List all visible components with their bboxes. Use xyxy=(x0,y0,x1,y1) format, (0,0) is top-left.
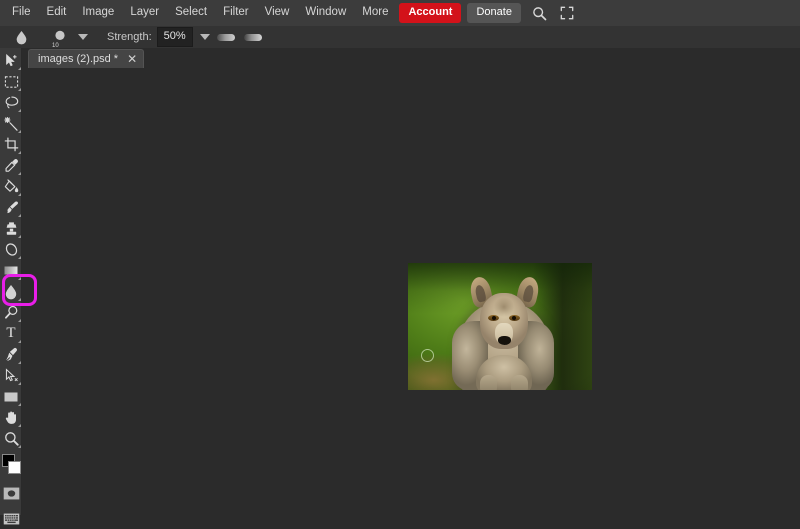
lasso-tool[interactable] xyxy=(0,92,22,113)
document-tab[interactable]: images (2).psd * ✕ xyxy=(28,49,145,68)
menu-layer[interactable]: Layer xyxy=(122,3,167,23)
fullscreen-icon[interactable] xyxy=(556,2,578,24)
move-tool[interactable] xyxy=(0,50,22,71)
menu-select[interactable]: Select xyxy=(167,3,215,23)
tools-panel: T xyxy=(0,48,37,524)
eyedropper-tool[interactable] xyxy=(0,155,22,176)
zoom-tool[interactable] xyxy=(0,428,22,449)
clone-stamp-tool[interactable] xyxy=(0,218,22,239)
wolf-photograph[interactable] xyxy=(408,263,592,390)
canvas-area[interactable] xyxy=(22,68,800,515)
menu-image[interactable]: Image xyxy=(74,3,122,23)
crop-tool[interactable] xyxy=(0,134,22,155)
brush-size-icon[interactable]: 10 xyxy=(49,26,71,49)
tool-options-bar: 10 Strength: 50% xyxy=(0,26,800,49)
menu-bar: File Edit Image Layer Select Filter View… xyxy=(0,0,800,26)
menu-filter[interactable]: Filter xyxy=(215,3,257,23)
close-icon[interactable]: ✕ xyxy=(127,53,137,65)
brush-size-chevron-down-icon[interactable] xyxy=(78,34,88,40)
menu-more[interactable]: More xyxy=(354,3,396,23)
quick-mask-icon[interactable] xyxy=(0,483,22,504)
search-icon[interactable] xyxy=(529,2,551,24)
document-tab-title: images (2).psd * xyxy=(38,53,119,65)
strength-input[interactable]: 50% xyxy=(156,27,193,47)
account-button[interactable]: Account xyxy=(399,3,462,23)
gradient-tool[interactable] xyxy=(0,260,22,281)
eraser-tool[interactable] xyxy=(0,239,22,260)
color-swatches[interactable] xyxy=(0,452,22,478)
strength-chevron-down-icon[interactable] xyxy=(199,34,210,40)
menu-view[interactable]: View xyxy=(257,3,298,23)
hand-tool[interactable] xyxy=(0,407,22,428)
shape-tool[interactable] xyxy=(0,386,22,407)
text-tool[interactable]: T xyxy=(0,323,22,344)
menu-file[interactable]: File xyxy=(4,3,39,23)
paint-bucket-tool[interactable] xyxy=(0,176,22,197)
menu-window[interactable]: Window xyxy=(297,3,354,23)
brush-circle-cursor xyxy=(421,349,434,362)
dodge-tool[interactable] xyxy=(0,302,22,323)
magic-wand-tool[interactable] xyxy=(0,113,22,134)
path-select-tool[interactable] xyxy=(0,365,22,386)
document-tab-bar: images (2).psd * ✕ xyxy=(22,48,800,68)
strength-label: Strength: xyxy=(107,31,152,43)
blur-tool[interactable] xyxy=(0,281,22,302)
brush-preview-hard[interactable] xyxy=(243,33,262,41)
donate-button[interactable]: Donate xyxy=(467,3,521,23)
photo-soft-vignette xyxy=(408,263,592,390)
screen-mode-icon[interactable] xyxy=(0,508,22,529)
blur-droplet-icon xyxy=(10,26,32,48)
menu-edit[interactable]: Edit xyxy=(39,3,75,23)
background-color-swatch[interactable] xyxy=(8,461,21,474)
pen-tool[interactable] xyxy=(0,344,22,365)
brush-tool[interactable] xyxy=(0,197,22,218)
marquee-tool[interactable] xyxy=(0,71,22,92)
brush-preview-soft[interactable] xyxy=(216,33,235,41)
